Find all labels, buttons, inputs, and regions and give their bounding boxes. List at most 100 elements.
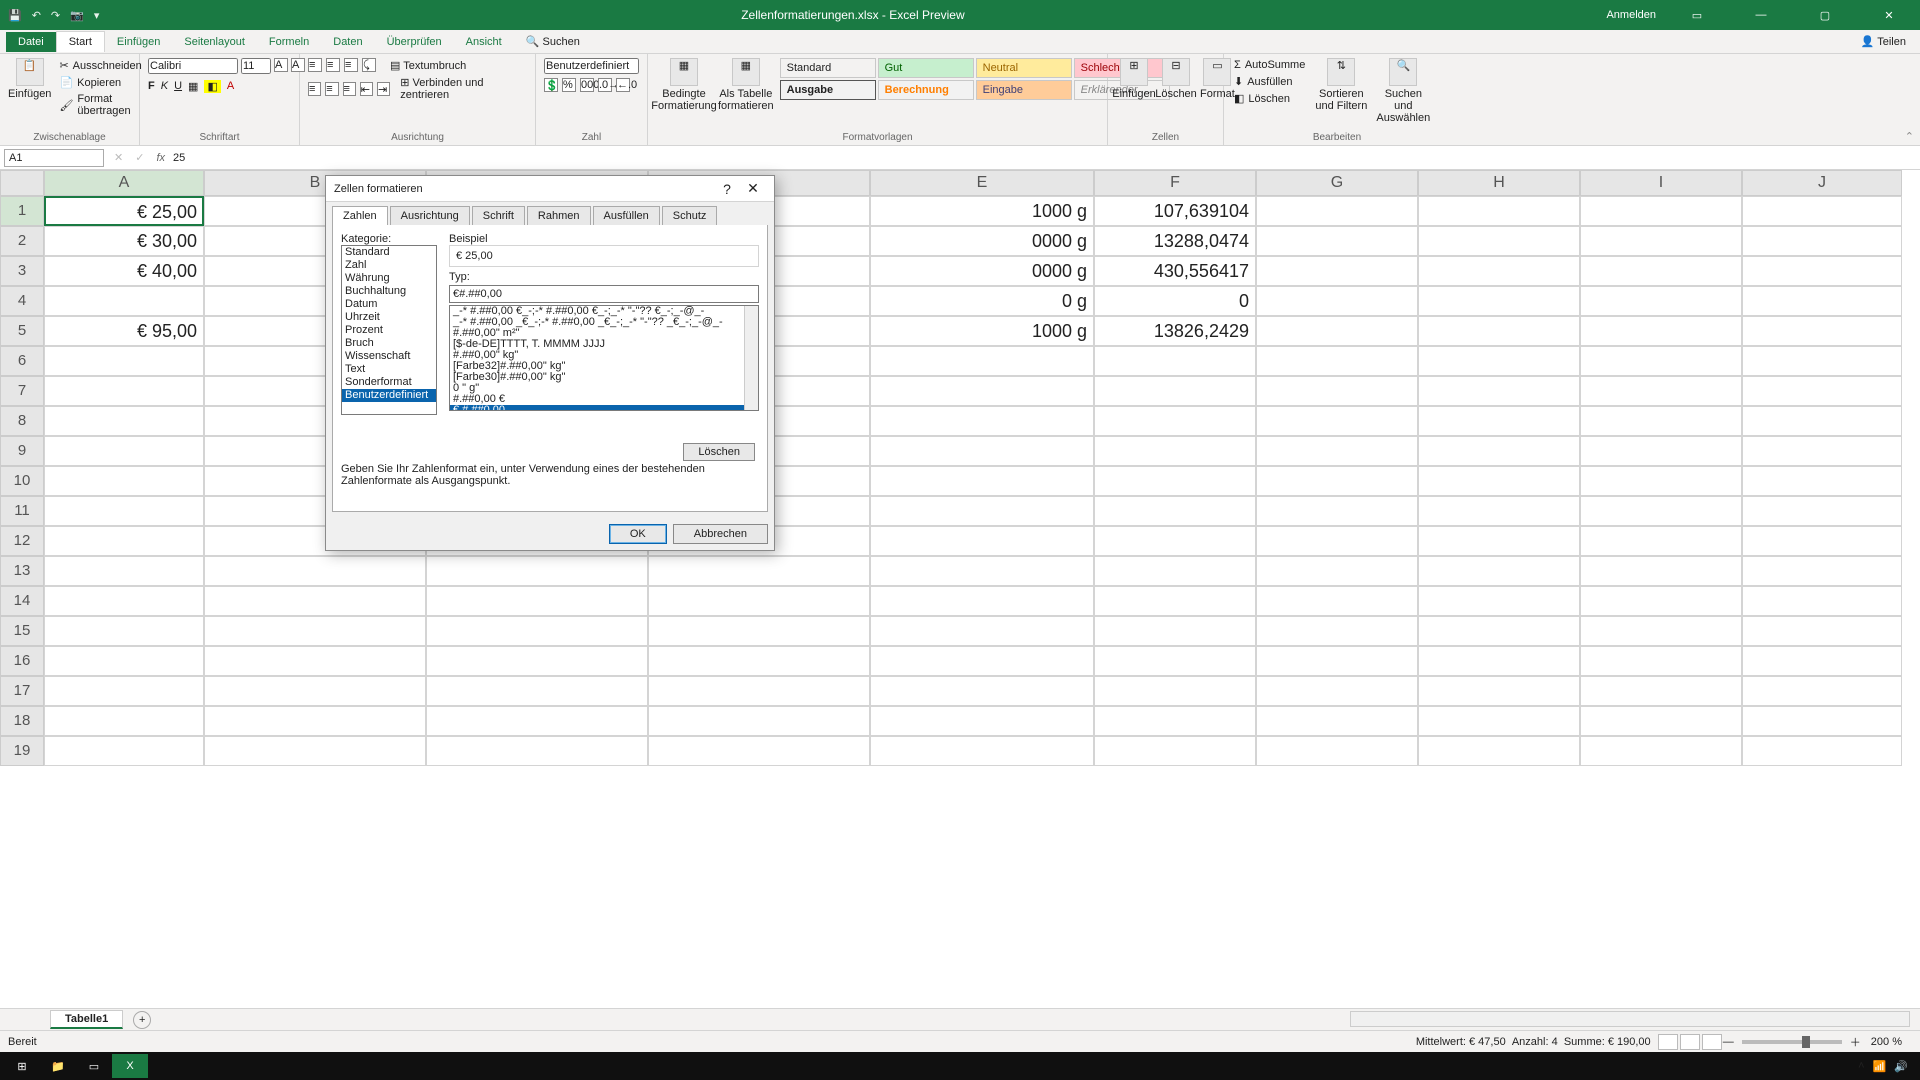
cell-A7[interactable] — [44, 376, 204, 406]
cell-H16[interactable] — [1418, 646, 1580, 676]
cell-C14[interactable] — [426, 586, 648, 616]
cell-G11[interactable] — [1256, 496, 1418, 526]
taskbar-explorer-icon[interactable]: 📁 — [40, 1054, 76, 1078]
cell-I13[interactable] — [1580, 556, 1742, 586]
view-layout-icon[interactable] — [1680, 1034, 1700, 1050]
cell-G5[interactable] — [1256, 316, 1418, 346]
cell-I17[interactable] — [1580, 676, 1742, 706]
category-item[interactable]: Prozent — [342, 324, 436, 337]
insert-cells-button[interactable]: ⊞Einfügen — [1116, 58, 1152, 100]
dlg-tab-zahlen[interactable]: Zahlen — [332, 206, 388, 225]
cell-C19[interactable] — [426, 736, 648, 766]
start-button[interactable]: ⊞ — [4, 1054, 40, 1078]
cell-I8[interactable] — [1580, 406, 1742, 436]
cell-A16[interactable] — [44, 646, 204, 676]
cell-J2[interactable] — [1742, 226, 1902, 256]
border-button[interactable]: ▦ — [188, 80, 198, 93]
taskbar-excel-icon[interactable]: X — [112, 1054, 148, 1078]
cell-D17[interactable] — [648, 676, 870, 706]
row-header-6[interactable]: 6 — [0, 346, 44, 376]
cell-C15[interactable] — [426, 616, 648, 646]
cell-H2[interactable] — [1418, 226, 1580, 256]
cell-B16[interactable] — [204, 646, 426, 676]
cell-A19[interactable] — [44, 736, 204, 766]
cell-A10[interactable] — [44, 466, 204, 496]
percent-icon[interactable]: % — [562, 78, 576, 92]
col-header-E[interactable]: E — [870, 170, 1094, 196]
zoom-in-icon[interactable]: ＋ — [1850, 1034, 1861, 1050]
cell-H3[interactable] — [1418, 256, 1580, 286]
cell-E15[interactable] — [870, 616, 1094, 646]
category-item[interactable]: Benutzerdefiniert — [342, 389, 436, 402]
cell-G19[interactable] — [1256, 736, 1418, 766]
cell-E14[interactable] — [870, 586, 1094, 616]
cell-J13[interactable] — [1742, 556, 1902, 586]
align-middle-icon[interactable]: ≡ — [326, 58, 340, 72]
cell-J16[interactable] — [1742, 646, 1902, 676]
row-header-4[interactable]: 4 — [0, 286, 44, 316]
style-standard[interactable]: Standard — [780, 58, 876, 78]
cell-F10[interactable] — [1094, 466, 1256, 496]
row-header-18[interactable]: 18 — [0, 706, 44, 736]
cell-E7[interactable] — [870, 376, 1094, 406]
style-neutral[interactable]: Neutral — [976, 58, 1072, 78]
style-ausgabe[interactable]: Ausgabe — [780, 80, 876, 100]
tab-view[interactable]: Ansicht — [454, 32, 514, 52]
autosum-button[interactable]: Σ AutoSumme — [1232, 58, 1307, 72]
font-size-select[interactable] — [241, 58, 271, 74]
cell-C17[interactable] — [426, 676, 648, 706]
cell-J8[interactable] — [1742, 406, 1902, 436]
zoom-slider[interactable] — [1742, 1040, 1842, 1044]
align-center-icon[interactable]: ≡ — [325, 82, 338, 96]
align-left-icon[interactable]: ≡ — [308, 82, 321, 96]
cell-F13[interactable] — [1094, 556, 1256, 586]
cell-H1[interactable] — [1418, 196, 1580, 226]
cell-F9[interactable] — [1094, 436, 1256, 466]
cancel-button[interactable]: Abbrechen — [673, 524, 768, 544]
cell-H7[interactable] — [1418, 376, 1580, 406]
cell-J1[interactable] — [1742, 196, 1902, 226]
cell-A9[interactable] — [44, 436, 204, 466]
cell-E11[interactable] — [870, 496, 1094, 526]
collapse-ribbon-icon[interactable]: ⌃ — [1905, 130, 1914, 143]
cell-I11[interactable] — [1580, 496, 1742, 526]
cell-G4[interactable] — [1256, 286, 1418, 316]
cell-D13[interactable] — [648, 556, 870, 586]
cell-E18[interactable] — [870, 706, 1094, 736]
font-name-select[interactable] — [148, 58, 238, 74]
cut-button[interactable]: ✂ Ausschneiden — [57, 58, 143, 73]
cell-G14[interactable] — [1256, 586, 1418, 616]
cell-D18[interactable] — [648, 706, 870, 736]
dialog-close-icon[interactable]: ✕ — [740, 180, 766, 197]
indent-inc-icon[interactable]: ⇥ — [377, 82, 390, 96]
cell-I5[interactable] — [1580, 316, 1742, 346]
cell-G3[interactable] — [1256, 256, 1418, 286]
cell-G13[interactable] — [1256, 556, 1418, 586]
row-header-16[interactable]: 16 — [0, 646, 44, 676]
tab-formulas[interactable]: Formeln — [257, 32, 321, 52]
cell-A2[interactable]: € 30,00 — [44, 226, 204, 256]
cell-G17[interactable] — [1256, 676, 1418, 706]
indent-dec-icon[interactable]: ⇤ — [360, 82, 373, 96]
format-as-table-button[interactable]: ▦Als Tabelle formatieren — [718, 58, 774, 112]
cell-F19[interactable] — [1094, 736, 1256, 766]
cell-D15[interactable] — [648, 616, 870, 646]
cell-E19[interactable] — [870, 736, 1094, 766]
row-header-2[interactable]: 2 — [0, 226, 44, 256]
cell-G8[interactable] — [1256, 406, 1418, 436]
cell-G12[interactable] — [1256, 526, 1418, 556]
cell-F12[interactable] — [1094, 526, 1256, 556]
tray-chevron-icon[interactable]: ˄ — [1858, 1060, 1864, 1072]
cell-F7[interactable] — [1094, 376, 1256, 406]
tab-review[interactable]: Überprüfen — [375, 32, 454, 52]
format-item[interactable]: [Farbe30]#.##0,00" kg" — [450, 372, 758, 383]
underline-button[interactable]: U — [174, 80, 182, 93]
row-header-17[interactable]: 17 — [0, 676, 44, 706]
cell-H10[interactable] — [1418, 466, 1580, 496]
cell-E10[interactable] — [870, 466, 1094, 496]
tab-insert[interactable]: Einfügen — [105, 32, 172, 52]
cell-E17[interactable] — [870, 676, 1094, 706]
cell-B15[interactable] — [204, 616, 426, 646]
system-tray[interactable]: ˄ 📶 🔊 — [1858, 1060, 1916, 1073]
row-header-11[interactable]: 11 — [0, 496, 44, 526]
